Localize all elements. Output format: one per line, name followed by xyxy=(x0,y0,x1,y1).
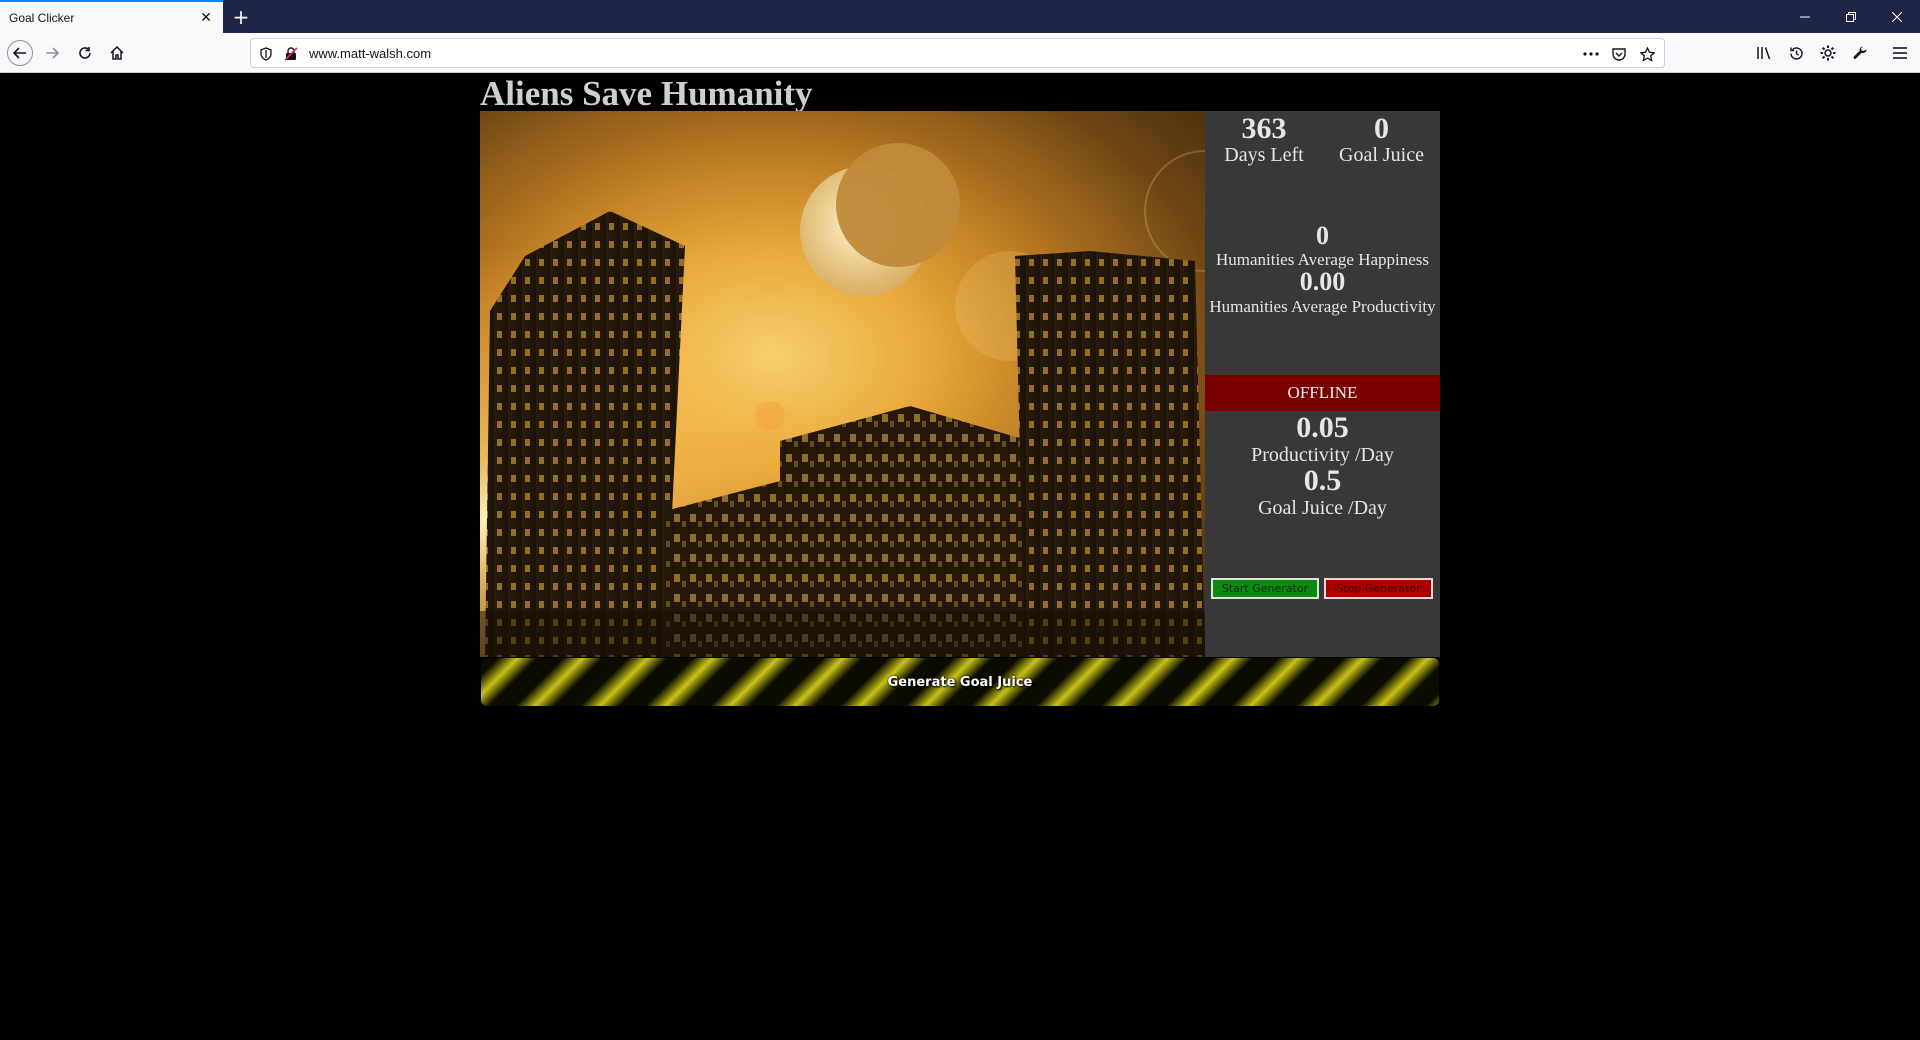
url-text: www.matt-walsh.com xyxy=(309,46,432,61)
days-left-value: 363 xyxy=(1241,112,1287,145)
productivity-value: 0.00 xyxy=(1299,267,1346,296)
history-icon[interactable] xyxy=(1784,41,1808,65)
stop-generator-button[interactable]: Stop Generator xyxy=(1324,578,1433,599)
generator-status-bar: OFFLINE xyxy=(1205,375,1440,411)
city-scene-image xyxy=(480,111,1205,657)
tab-goal-clicker[interactable]: Goal Clicker ✕ xyxy=(0,0,223,33)
close-tab-icon[interactable]: ✕ xyxy=(197,9,215,27)
goal-juice-rate-value: 0.5 xyxy=(1303,464,1342,497)
hamburger-menu-icon[interactable] xyxy=(1888,41,1912,65)
tab-title: Goal Clicker xyxy=(9,10,75,25)
gear-icon[interactable] xyxy=(1816,41,1840,65)
goal-juice-label: Goal Juice xyxy=(1339,144,1424,166)
game-title: Aliens Save Humanity xyxy=(480,74,813,113)
reload-icon[interactable] xyxy=(73,41,97,65)
page-viewport: Aliens Save Humanity 363 Days Left 0 Goa… xyxy=(0,74,1920,1040)
wrench-icon[interactable] xyxy=(1848,41,1872,65)
navigation-toolbar: www.matt-walsh.com xyxy=(0,33,1920,73)
happiness-value: 0 xyxy=(1316,221,1329,250)
close-window-icon[interactable] xyxy=(1874,0,1920,33)
tab-strip: Goal Clicker ✕ + xyxy=(0,0,1920,33)
restore-window-icon[interactable] xyxy=(1828,0,1874,33)
stats-panel: 363 Days Left 0 Goal Juice 0 Humanities … xyxy=(1205,111,1440,657)
more-dots-icon[interactable] xyxy=(1581,44,1601,64)
generate-goal-juice-label: Generate Goal Juice xyxy=(887,674,1033,690)
start-generator-button[interactable]: Start Generator xyxy=(1211,578,1319,599)
address-bar[interactable]: www.matt-walsh.com xyxy=(250,38,1665,68)
pocket-icon[interactable] xyxy=(1609,44,1629,64)
new-tab-button[interactable]: + xyxy=(230,6,252,28)
goal-juice-value: 0 xyxy=(1374,112,1389,145)
library-icon[interactable] xyxy=(1752,41,1776,65)
home-icon[interactable] xyxy=(105,41,129,65)
productivity-label: Humanities Average Productivity xyxy=(1209,297,1436,316)
generate-goal-juice-button[interactable]: Generate Goal Juice xyxy=(481,658,1439,706)
productivity-rate-label: Productivity /Day xyxy=(1251,444,1394,466)
minimize-window-icon[interactable] xyxy=(1782,0,1828,33)
days-left-label: Days Left xyxy=(1224,144,1304,166)
insecure-lock-icon[interactable] xyxy=(281,44,301,64)
back-arrow-icon[interactable] xyxy=(7,40,33,66)
forward-arrow-icon[interactable] xyxy=(40,41,64,65)
goal-juice-rate-label: Goal Juice /Day xyxy=(1258,497,1387,519)
tracking-shield-icon[interactable] xyxy=(256,44,276,64)
productivity-rate-value: 0.05 xyxy=(1296,411,1349,444)
bookmark-star-icon[interactable] xyxy=(1637,44,1657,64)
